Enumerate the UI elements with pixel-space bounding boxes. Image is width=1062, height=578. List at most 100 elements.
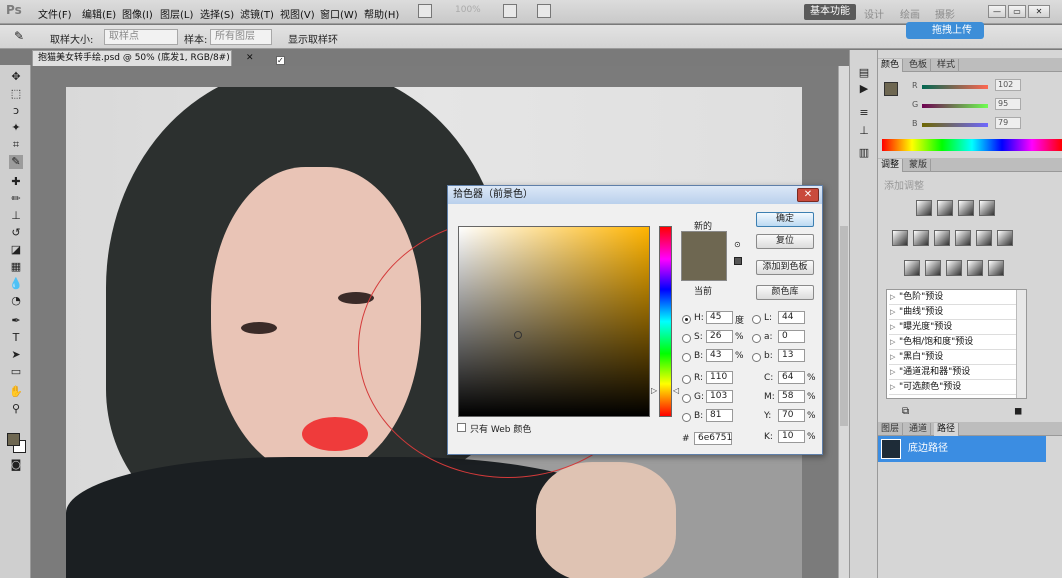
maximize-button[interactable]: ▭	[1008, 5, 1026, 18]
foreground-color-swatch[interactable]	[7, 433, 20, 446]
radio-l[interactable]	[752, 315, 761, 324]
s-field[interactable]: 26	[706, 330, 733, 343]
g-field[interactable]: 103	[706, 390, 733, 403]
gamut-warning-icon[interactable]: ⊙	[734, 240, 741, 249]
gradient-map-icon[interactable]	[967, 260, 983, 276]
hex-field[interactable]: 6e6751	[694, 432, 732, 445]
history-brush-tool-icon[interactable]: ↺	[9, 226, 23, 240]
color-balance-icon[interactable]	[934, 230, 950, 246]
h-field[interactable]: 45	[706, 311, 733, 324]
type-tool-icon[interactable]: T	[9, 331, 23, 345]
sample-size-select[interactable]: 取样点	[104, 29, 178, 45]
eraser-tool-icon[interactable]: ◪	[9, 243, 23, 257]
list-item[interactable]: "曲线"预设	[889, 306, 1016, 320]
tab-channels[interactable]: 通道	[906, 423, 932, 436]
sample-select[interactable]: 所有图层	[210, 29, 272, 45]
menu-view[interactable]: 视图(V)	[280, 6, 315, 21]
marquee-tool-icon[interactable]: ⬚	[9, 87, 23, 101]
tab-styles[interactable]: 样式	[934, 59, 960, 72]
radio-lab-b[interactable]	[752, 353, 761, 362]
hue-arrow-left-icon[interactable]: ▷	[651, 386, 657, 395]
vibrance-icon[interactable]	[892, 230, 908, 246]
clip-layer-icon[interactable]: ⧉	[902, 406, 909, 417]
radio-blue[interactable]	[682, 413, 691, 422]
invert-icon[interactable]	[904, 260, 920, 276]
list-item[interactable]: "色相/饱和度"预设	[889, 336, 1016, 350]
web-safe-icon[interactable]	[734, 257, 742, 265]
arrange-docs-icon[interactable]	[503, 4, 517, 18]
radio-a[interactable]	[752, 334, 761, 343]
extras-icon[interactable]	[537, 4, 551, 18]
radio-b[interactable]	[682, 353, 691, 362]
hue-arrow-right-icon[interactable]: ◁	[673, 386, 679, 395]
list-item[interactable]: "色阶"预设	[889, 291, 1016, 305]
minimize-button[interactable]: —	[988, 5, 1006, 18]
quick-mask-icon[interactable]: ◙	[9, 458, 23, 472]
cloud-upload-button[interactable]: 拖拽上传	[906, 22, 984, 39]
tab-color[interactable]: 颜色	[878, 59, 904, 72]
list-item[interactable]: "可选颜色"预设	[889, 381, 1016, 395]
brightness-icon[interactable]	[916, 200, 932, 216]
workspace-painting[interactable]: 绘画	[900, 6, 920, 21]
path-row[interactable]: 底边路径	[878, 436, 1046, 462]
color-spectrum-bar[interactable]	[882, 139, 1062, 151]
adjustment-presets-list[interactable]: "色阶"预设 "曲线"预设 "曝光度"预设 "色相/饱和度"预设 "黑白"预设 …	[886, 289, 1027, 399]
history-panel-icon[interactable]: ▤	[857, 66, 871, 80]
list-item[interactable]: "通道混和器"预设	[889, 366, 1016, 380]
selective-color-icon[interactable]	[988, 260, 1004, 276]
radio-r[interactable]	[682, 375, 691, 384]
slider-g[interactable]	[922, 104, 988, 108]
menu-filter[interactable]: 滤镜(T)	[240, 6, 274, 21]
posterize-icon[interactable]	[925, 260, 941, 276]
exposure-icon[interactable]	[979, 200, 995, 216]
photo-filter-icon[interactable]	[976, 230, 992, 246]
c-field[interactable]: 64	[778, 371, 805, 384]
move-tool-icon[interactable]: ✥	[9, 70, 23, 84]
screen-mode-icon[interactable]	[418, 4, 432, 18]
panel-menu-icon[interactable]: ◼	[1014, 406, 1022, 417]
list-item[interactable]: "曝光度"预设	[889, 321, 1016, 335]
dodge-tool-icon[interactable]: ◔	[9, 294, 23, 308]
zoom-tool-icon[interactable]: ⚲	[9, 402, 23, 416]
eyedropper-icon[interactable]: ✎	[14, 29, 24, 43]
workspace-photography[interactable]: 摄影	[935, 6, 955, 21]
pen-tool-icon[interactable]: ✒	[9, 314, 23, 328]
slider-r-value[interactable]: 102	[995, 79, 1021, 91]
hand-tool-icon[interactable]: ✋	[9, 385, 23, 399]
color-libraries-button[interactable]: 颜色库	[756, 285, 814, 300]
menu-layer[interactable]: 图层(L)	[160, 6, 193, 21]
canvas-scrollbar[interactable]	[838, 66, 849, 578]
character-panel-icon[interactable]: ▥	[857, 146, 871, 160]
list-item[interactable]: "黑白"预设	[889, 351, 1016, 365]
color-cursor[interactable]	[514, 331, 522, 339]
clone-source-icon[interactable]: ⊥	[857, 124, 871, 138]
levels-icon[interactable]	[937, 200, 953, 216]
radio-s[interactable]	[682, 334, 691, 343]
k-field[interactable]: 10	[778, 430, 805, 443]
y-field[interactable]: 70	[778, 409, 805, 422]
tab-masks[interactable]: 蒙版	[906, 159, 932, 172]
eyedropper-tool-icon[interactable]: ✎	[9, 155, 23, 169]
hue-slider[interactable]	[659, 226, 672, 417]
tab-paths[interactable]: 路径	[934, 423, 960, 436]
blur-tool-icon[interactable]: 💧	[9, 277, 23, 291]
l-field[interactable]: 44	[778, 311, 805, 324]
reset-button[interactable]: 复位	[756, 234, 814, 249]
radio-g[interactable]	[682, 394, 691, 403]
ok-button[interactable]: 确定	[756, 212, 814, 227]
gradient-tool-icon[interactable]: ▦	[9, 260, 23, 274]
slider-r[interactable]	[922, 85, 988, 89]
healing-tool-icon[interactable]: ✚	[9, 175, 23, 189]
add-to-swatches-button[interactable]: 添加到色板	[756, 260, 814, 275]
channel-mixer-icon[interactable]	[997, 230, 1013, 246]
radio-h[interactable]	[682, 315, 691, 324]
a-field[interactable]: 0	[778, 330, 805, 343]
b-field[interactable]: 43	[706, 349, 733, 362]
threshold-icon[interactable]	[946, 260, 962, 276]
m-field[interactable]: 58	[778, 390, 805, 403]
slider-b[interactable]	[922, 123, 988, 127]
workspace-essentials[interactable]: 基本功能	[804, 4, 856, 20]
menu-window[interactable]: 窗口(W)	[320, 6, 358, 21]
color-panel-swatch[interactable]	[884, 82, 898, 96]
web-only-checkbox[interactable]	[457, 423, 466, 432]
